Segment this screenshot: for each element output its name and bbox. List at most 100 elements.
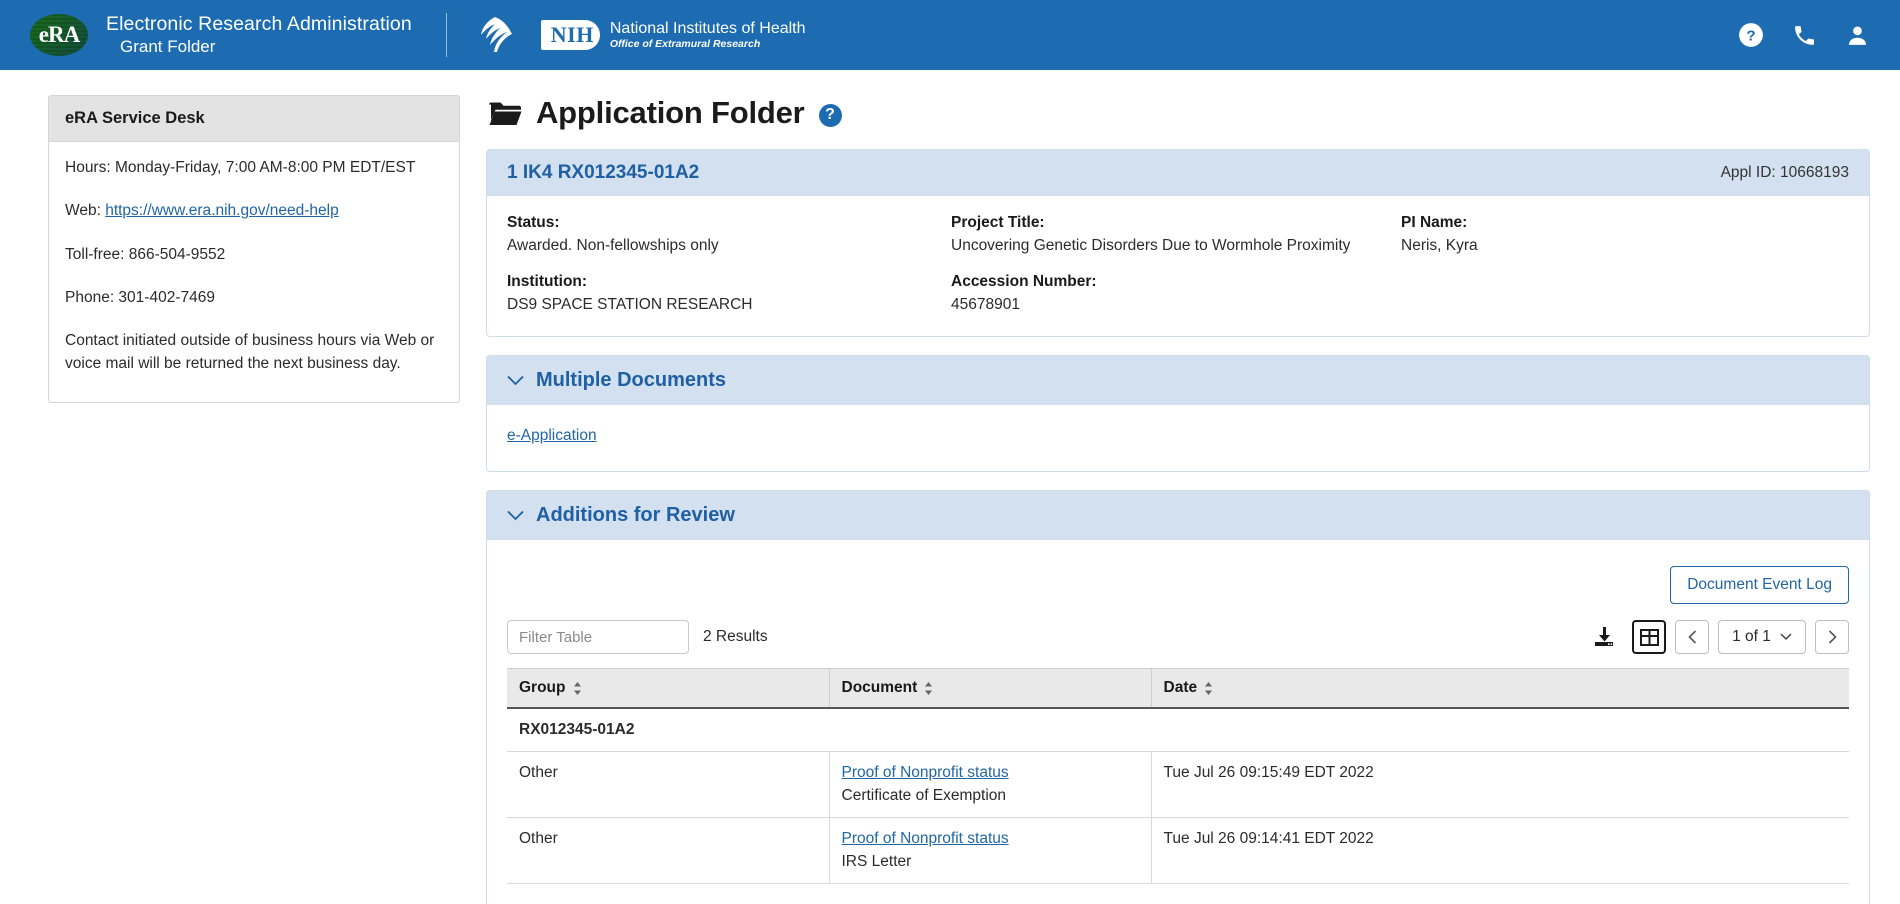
application-summary-header: 1 IK4 RX012345-01A2 Appl ID: 10668193 [487,150,1869,196]
meta-field-empty [1401,273,1849,314]
filter-table-input[interactable] [507,620,689,654]
service-desk-panel: eRA Service Desk Hours: Monday-Friday, 7… [48,95,460,403]
meta-field-pi-name: PI Name: Neris, Kyra [1401,214,1849,255]
table-row: Other Proof of Nonprofit status IRS Lett… [507,817,1849,884]
application-meta-grid: Status: Awarded. Non-fellowships only Pr… [507,214,1849,314]
user-icon[interactable] [1845,23,1870,48]
hhs-logo-icon [480,17,512,52]
cell-document: Proof of Nonprofit status Certificate of… [829,751,1152,818]
table-controls-right: 1 of 1 [1589,620,1849,654]
column-header-document[interactable]: Document [829,668,1152,709]
multiple-documents-header[interactable]: Multiple Documents [486,355,1870,405]
multiple-documents-section: Multiple Documents e-Application [486,355,1870,472]
page-title: Application Folder ? [488,95,1870,131]
cell-group: Other [507,751,830,818]
meta-field-status: Status: Awarded. Non-fellowships only [507,214,951,255]
meta-field-project-title: Project Title: Uncovering Genetic Disord… [951,214,1401,255]
multiple-documents-title: Multiple Documents [536,369,727,391]
e-application-link[interactable]: e-Application [507,427,597,444]
nih-line-2: Office of Extramural Research [609,38,761,51]
next-page-button[interactable] [1815,620,1849,654]
table-group-label: RX012345-01A2 [507,708,1849,752]
appl-id: Appl ID: 10668193 [1720,164,1849,181]
results-count: 2 Results [703,628,768,645]
meta-value: Neris, Kyra [1401,237,1478,254]
meta-label: Status: [507,214,560,231]
app-header: eRA Electronic Research Administration G… [0,0,1900,70]
download-icon[interactable] [1589,622,1619,652]
svg-text:?: ? [1746,27,1755,44]
service-desk-body: Hours: Monday-Friday, 7:00 AM-8:00 PM ED… [49,142,459,402]
table-row: Other Proof of Nonprofit status Certific… [507,751,1849,818]
table-controls: 2 Results [507,620,1849,654]
page-selector[interactable]: 1 of 1 [1718,620,1806,654]
grant-number: 1 IK4 RX012345-01A2 [507,162,700,183]
table-view-icon[interactable] [1632,620,1666,654]
page-help-icon[interactable]: ? [818,103,842,127]
document-subtitle: IRS Letter [841,853,912,870]
additions-for-review-body: Document Event Log 2 Results [486,540,1870,904]
meta-label: Institution: [507,273,588,290]
cell-group: Other [507,817,830,884]
service-desk-web-link[interactable]: https://www.era.nih.gov/need-help [105,202,339,219]
application-summary-body: Status: Awarded. Non-fellowships only Pr… [487,196,1869,336]
main-content: Application Folder ? 1 IK4 RX012345-01A2… [486,95,1870,904]
sort-icon[interactable] [924,681,933,695]
brand-text: Electronic Research Administration Grant… [106,13,412,58]
nih-logo-group: NIH National Institutes of Health Office… [540,19,806,51]
meta-field-institution: Institution: DS9 SPACE STATION RESEARCH [507,273,951,314]
chevron-down-icon [1780,633,1792,641]
previous-page-button[interactable] [1675,620,1709,654]
folder-icon [489,102,522,125]
cell-date: Tue Jul 26 09:14:41 EDT 2022 [1151,817,1849,884]
cell-date: Tue Jul 26 09:15:49 EDT 2022 [1151,751,1849,818]
brand-line-1: Electronic Research Administration [106,12,412,35]
header-icon-group: ? [1738,0,1870,70]
table-group-row: RX012345-01A2 [507,708,1849,752]
service-desk-tollfree: Toll-free: 866-504-9552 [65,245,226,263]
chevron-down-icon[interactable] [507,375,524,386]
meta-value: 45678901 [951,296,1020,313]
header-divider [445,13,447,57]
era-logo-text: eRA [38,21,80,47]
help-icon[interactable]: ? [1738,22,1764,48]
table-controls-left: 2 Results [507,620,768,654]
multiple-documents-body: e-Application [486,405,1870,472]
page-title-text: Application Folder [536,95,805,130]
sort-icon[interactable] [573,681,582,695]
service-desk-web-label: Web: [65,202,106,220]
meta-label: Project Title: [951,214,1045,231]
nih-text: National Institutes of Health Office of … [610,19,806,51]
page-container: eRA Service Desk Hours: Monday-Friday, 7… [0,70,1900,904]
sort-icon[interactable] [1204,681,1213,695]
service-desk-web-row: Web: https://www.era.nih.gov/need-help [65,199,443,222]
additions-table: Group Document Date RX012345-01A2 Other … [507,668,1849,884]
brand-line-2: Grant Folder [120,36,216,56]
nih-line-1: National Institutes of Health [609,20,806,38]
service-desk-hours: Hours: Monday-Friday, 7:00 AM-8:00 PM ED… [65,159,416,176]
meta-value: Uncovering Genetic Disorders Due to Worm… [951,237,1351,254]
document-link[interactable]: Proof of Nonprofit status [842,830,1139,848]
chevron-down-icon[interactable] [507,510,524,521]
document-link[interactable]: Proof of Nonprofit status [842,764,1139,782]
additions-for-review-header[interactable]: Additions for Review [486,490,1870,540]
meta-value: DS9 SPACE STATION RESEARCH [507,296,753,313]
service-desk-title: eRA Service Desk [49,96,459,142]
additions-for-review-section: Additions for Review Document Event Log … [486,490,1870,904]
document-event-log-button[interactable]: Document Event Log [1670,566,1849,604]
service-desk-phone: Phone: 301-402-7469 [65,288,215,306]
column-header-group[interactable]: Group [507,668,830,709]
meta-label: Accession Number: [951,273,1097,290]
column-header-group-label: Group [519,679,566,696]
page-indicator: 1 of 1 [1732,628,1771,645]
meta-label: PI Name: [1401,214,1468,231]
nih-badge-icon: NIH [540,20,600,50]
document-subtitle: Certificate of Exemption [841,787,1007,804]
table-body: RX012345-01A2 Other Proof of Nonprofit s… [507,708,1849,884]
phone-icon[interactable] [1792,23,1817,48]
era-logo-icon: eRA [30,13,88,56]
additions-for-review-title: Additions for Review [536,504,735,526]
cell-document: Proof of Nonprofit status IRS Letter [829,817,1152,884]
column-header-date[interactable]: Date [1151,668,1849,709]
column-header-document-label: Document [841,679,918,696]
